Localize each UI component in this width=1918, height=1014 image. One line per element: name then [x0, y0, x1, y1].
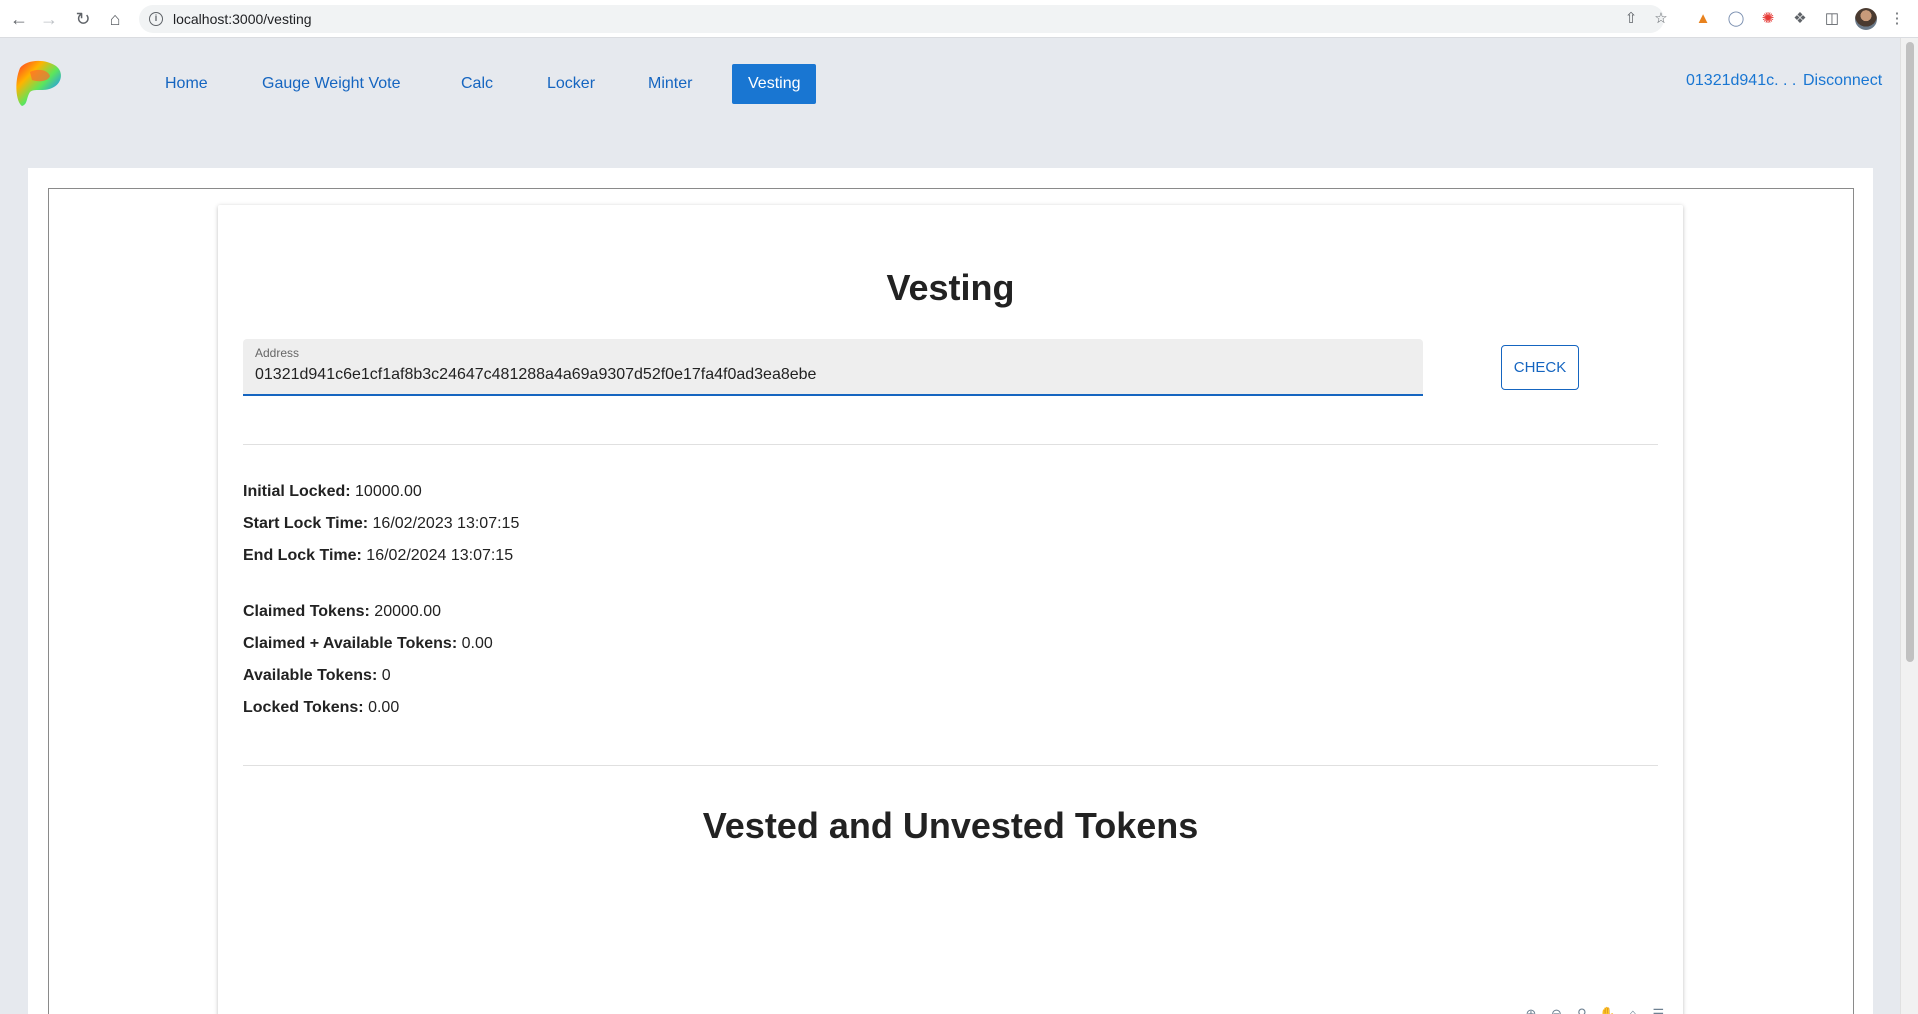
reset-zoom-icon[interactable]: ⌂	[1625, 1006, 1641, 1014]
nav-gauge-weight-vote[interactable]: Gauge Weight Vote	[246, 64, 416, 104]
divider	[243, 765, 1658, 766]
info-label: Available Tokens:	[243, 667, 378, 684]
page-title: Vesting	[886, 267, 1015, 308]
forward-icon[interactable]: →	[38, 8, 60, 30]
reload-icon[interactable]: ↻	[72, 8, 94, 30]
info-start-lock-time: Start Lock Time: 16/02/2023 13:07:15	[243, 515, 519, 533]
browser-toolbar: ← → ↻ ⌂ i localhost:3000/vesting ⇧ ☆ ▲ ◯…	[0, 0, 1918, 38]
chart-menu-icon[interactable]: ☰	[1650, 1006, 1666, 1014]
info-label: Claimed Tokens:	[243, 603, 370, 620]
vesting-card: Vesting Address 01321d941c6e1cf1af8b3c24…	[218, 205, 1683, 1014]
extensions-puzzle-icon[interactable]: ❖	[1790, 9, 1810, 29]
address-field[interactable]: Address 01321d941c6e1cf1af8b3c24647c4812…	[243, 339, 1423, 396]
loading-extension-icon[interactable]: ✺	[1758, 9, 1778, 29]
nav-home[interactable]: Home	[149, 64, 224, 104]
app-header: Home Gauge Weight Vote Calc Locker Minte…	[0, 38, 1900, 129]
shield-extension-icon[interactable]: ◯	[1726, 9, 1746, 29]
address-input[interactable]: 01321d941c6e1cf1af8b3c24647c481288a4a69a…	[255, 366, 816, 384]
info-label: End Lock Time:	[243, 547, 362, 564]
info-label: Claimed + Available Tokens:	[243, 635, 458, 652]
chart-toolbar: ⊕ ⊖ ⚲ ✋ ⌂ ☰	[1523, 1005, 1671, 1014]
share-icon[interactable]: ⇧	[1622, 10, 1640, 28]
info-label: Locked Tokens:	[243, 699, 364, 716]
info-value: 16/02/2024 13:07:15	[366, 547, 514, 564]
page-scrollbar[interactable]	[1900, 38, 1918, 1014]
zoom-out-icon[interactable]: ⊖	[1548, 1006, 1564, 1014]
disconnect-button[interactable]: Disconnect	[1803, 72, 1882, 90]
check-button[interactable]: CHECK	[1501, 345, 1579, 390]
info-label: Start Lock Time:	[243, 515, 369, 532]
address-bar[interactable]: i localhost:3000/vesting ⇧ ☆	[139, 5, 1668, 33]
back-icon[interactable]: ←	[8, 8, 30, 30]
zoom-select-icon[interactable]: ⚲	[1574, 1006, 1590, 1014]
chart-title: Vested and Unvested Tokens	[702, 805, 1199, 846]
nav-vesting[interactable]: Vesting	[732, 64, 817, 104]
info-available-tokens: Available Tokens: 0	[243, 667, 391, 685]
info-value: 16/02/2023 13:07:15	[372, 515, 520, 532]
pan-icon[interactable]: ✋	[1599, 1006, 1615, 1014]
info-locked-tokens: Locked Tokens: 0.00	[243, 699, 399, 717]
info-initial-locked: Initial Locked: 10000.00	[243, 483, 422, 501]
nav-calc[interactable]: Calc	[445, 64, 509, 104]
info-value: 0.00	[461, 635, 493, 652]
info-end-lock-time: End Lock Time: 16/02/2024 13:07:15	[243, 547, 513, 565]
metamask-extension-icon[interactable]: ▲	[1693, 9, 1713, 29]
curve-logo-icon[interactable]	[14, 58, 64, 108]
profile-avatar[interactable]	[1855, 8, 1877, 30]
address-field-label: Address	[255, 346, 300, 360]
home-icon[interactable]: ⌂	[104, 8, 126, 30]
account-address[interactable]: 01321d941c. . .	[1686, 72, 1796, 90]
url-text[interactable]: localhost:3000/vesting	[173, 11, 312, 27]
info-value: 0.00	[368, 699, 400, 716]
scrollbar-thumb[interactable]	[1906, 42, 1914, 662]
side-panel-icon[interactable]: ◫	[1822, 9, 1842, 29]
divider	[243, 444, 1658, 445]
info-value: 0	[381, 667, 391, 684]
site-info-icon[interactable]: i	[149, 12, 163, 26]
zoom-in-icon[interactable]: ⊕	[1523, 1006, 1539, 1014]
info-label: Initial Locked:	[243, 483, 351, 500]
nav-minter[interactable]: Minter	[632, 64, 708, 104]
info-value: 20000.00	[374, 603, 442, 620]
info-claimed-available-tokens: Claimed + Available Tokens: 0.00	[243, 635, 493, 653]
bookmark-star-icon[interactable]: ☆	[1652, 10, 1670, 28]
nav-locker[interactable]: Locker	[531, 64, 611, 104]
info-claimed-tokens: Claimed Tokens: 20000.00	[243, 603, 441, 621]
info-value: 10000.00	[355, 483, 422, 500]
more-menu-icon[interactable]: ⋮	[1887, 9, 1907, 29]
